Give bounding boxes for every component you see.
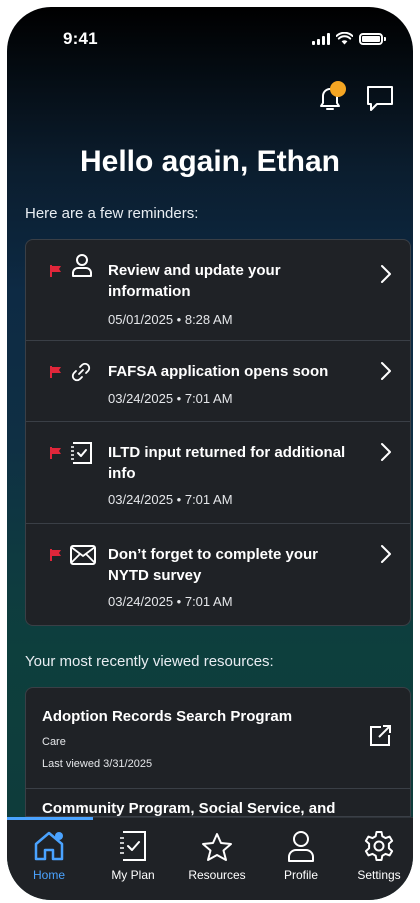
reminder-date: 03/24/2025 • 7:01 AM [108, 391, 233, 406]
home-icon [34, 831, 64, 861]
reminder-date: 03/24/2025 • 7:01 AM [108, 492, 233, 507]
reminder-title: Don’t forget to complete your NYTD surve… [108, 546, 318, 584]
status-bar: 9:41 [7, 7, 413, 61]
reminder-item[interactable]: Don’t forget to complete your NYTD surve… [26, 524, 410, 625]
wifi-icon [336, 32, 353, 45]
phone-screen: 9:41 Hello again, Ethan Here are a few r… [7, 7, 413, 900]
nav-item-home[interactable]: Home [9, 818, 89, 882]
resource-category: Care [42, 736, 66, 748]
resource-title[interactable]: Community Program, Social Service, and [42, 800, 335, 817]
nav-item-profile[interactable]: Profile [261, 818, 341, 882]
external-link-icon[interactable] [368, 724, 392, 748]
reminder-item[interactable]: ILTD input returned for additional info … [26, 422, 410, 524]
notifications-button[interactable] [313, 81, 347, 115]
chevron-right-icon [381, 443, 391, 461]
nav-label: Home [32, 868, 65, 882]
nav-item-my-plan[interactable]: My Plan [93, 818, 173, 882]
reminder-date: 03/24/2025 • 7:01 AM [108, 594, 233, 609]
reminders-card: Review and update your information 05/01… [25, 239, 411, 626]
envelope-icon [70, 545, 96, 565]
reminder-title: FAFSA application opens soon [108, 363, 329, 380]
person-icon [288, 831, 314, 862]
flag-icon [50, 265, 61, 277]
star-icon [202, 833, 232, 861]
person-icon [72, 254, 92, 277]
notification-badge [330, 81, 346, 97]
chevron-right-icon [381, 362, 391, 380]
nav-label: Settings [357, 868, 401, 882]
status-time: 9:41 [63, 29, 98, 48]
chevron-right-icon [381, 545, 391, 563]
reminders-intro: Here are a few reminders: [25, 205, 199, 222]
resources-card: Adoption Records Search Program Care Las… [25, 687, 411, 817]
nav-item-settings[interactable]: Settings [339, 818, 413, 882]
link-icon [71, 362, 91, 382]
nav-label: Profile [283, 868, 318, 882]
checklist-icon [71, 442, 92, 464]
flag-icon [50, 366, 61, 378]
reminder-title: ILTD input returned for additional info [108, 444, 346, 482]
flag-icon [50, 549, 61, 561]
reminder-title: Review and update your information [108, 262, 281, 300]
reminder-date: 05/01/2025 • 8:28 AM [108, 312, 233, 327]
nav-label: My Plan [111, 868, 155, 882]
reminder-item[interactable]: FAFSA application opens soon 03/24/2025 … [26, 341, 410, 422]
bottom-nav: Home My Plan Resources Profile Settings [7, 817, 413, 900]
recent-resources-label: Your most recently viewed resources: [25, 653, 274, 670]
flag-icon [50, 447, 61, 459]
gear-icon [364, 831, 394, 861]
nav-item-resources[interactable]: Resources [177, 818, 257, 882]
greeting-title: Hello again, Ethan [79, 145, 341, 178]
reminder-item[interactable]: Review and update your information 05/01… [26, 240, 410, 341]
chevron-right-icon [381, 265, 391, 283]
messages-button[interactable] [363, 81, 397, 115]
checklist-icon [120, 831, 146, 861]
divider [26, 788, 410, 789]
resource-last-viewed: Last viewed 3/31/2025 [42, 758, 153, 770]
chat-bubble-icon [367, 86, 393, 111]
cellular-signal-icon [312, 32, 330, 45]
battery-icon [359, 32, 386, 45]
nav-label: Resources [188, 868, 246, 882]
resource-title: Adoption Records Search Program [42, 708, 293, 725]
